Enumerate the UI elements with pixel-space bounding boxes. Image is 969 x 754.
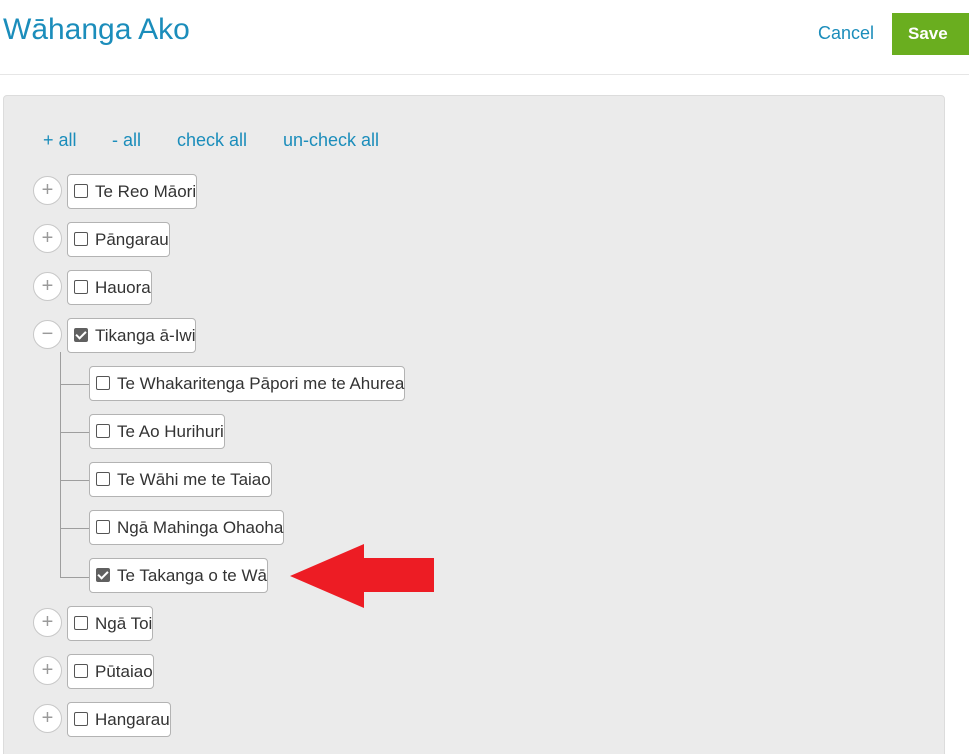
- tree-node-label: Te Takanga o te Wā: [117, 566, 267, 585]
- checkbox[interactable]: [96, 376, 110, 390]
- tree-node-pangarau[interactable]: Pāngarau: [67, 222, 170, 257]
- tree-node-label: Pāngarau: [95, 230, 169, 249]
- minus-icon: −: [41, 323, 54, 345]
- collapse-toggle[interactable]: −: [33, 320, 62, 349]
- tree-node-putaiao[interactable]: Pūtaiao: [67, 654, 154, 689]
- header-bar: Wāhanga Ako Cancel Save: [0, 0, 969, 75]
- expand-toggle[interactable]: +: [33, 656, 62, 685]
- tree-node-label: Hauora: [95, 278, 151, 297]
- checkbox-checked[interactable]: [74, 328, 88, 342]
- tree-node-child[interactable]: Te Ao Hurihuri: [89, 414, 225, 449]
- tree-node-label: Tikanga ā-Iwi: [95, 326, 196, 345]
- tree-node-label: Ngā Mahinga Ohaoha: [117, 518, 284, 537]
- checkbox[interactable]: [74, 616, 88, 630]
- red-arrow-icon: [290, 544, 434, 608]
- expand-toggle[interactable]: +: [33, 272, 62, 301]
- expand-toggle[interactable]: +: [33, 608, 62, 637]
- checkbox[interactable]: [74, 280, 88, 294]
- plus-icon: +: [41, 659, 54, 681]
- collapse-all-link[interactable]: - all: [112, 129, 141, 151]
- tree-node-label: Pūtaiao: [95, 662, 153, 681]
- plus-icon: +: [41, 179, 54, 201]
- checkbox[interactable]: [96, 520, 110, 534]
- checkbox[interactable]: [74, 184, 88, 198]
- tree-node-tikanga-a-iwi[interactable]: Tikanga ā-Iwi: [67, 318, 197, 353]
- tree-connector-branch: [60, 528, 91, 529]
- tree-node-hauora[interactable]: Hauora: [67, 270, 152, 305]
- expand-toggle[interactable]: +: [33, 176, 62, 205]
- tree-node-hangarau[interactable]: Hangarau: [67, 702, 171, 737]
- checkbox[interactable]: [96, 424, 110, 438]
- expand-toggle[interactable]: +: [33, 224, 62, 253]
- tree-node-child[interactable]: Te Takanga o te Wā: [89, 558, 268, 593]
- tree-node-label: Te Wāhi me te Taiao: [117, 470, 271, 489]
- tree-connector-branch: [60, 480, 91, 481]
- tree-node-label: Te Reo Māori: [95, 182, 197, 201]
- tree-connector-branch: [60, 577, 91, 578]
- tree-node-nga-toi[interactable]: Ngā Toi: [67, 606, 154, 641]
- checkbox[interactable]: [74, 664, 88, 678]
- tree-connector-branch: [60, 384, 91, 385]
- expand-toggle[interactable]: +: [33, 704, 62, 733]
- tree-node-label: Te Whakaritenga Pāpori me te Ahurea: [117, 374, 405, 393]
- checkbox-checked[interactable]: [96, 568, 110, 582]
- checkbox[interactable]: [96, 472, 110, 486]
- plus-icon: +: [41, 275, 54, 297]
- save-button[interactable]: Save: [892, 13, 969, 55]
- tree-node-child[interactable]: Te Wāhi me te Taiao: [89, 462, 272, 497]
- tree-node-label: Ngā Toi: [95, 614, 153, 633]
- tree-node-te-reo-maori[interactable]: Te Reo Māori: [67, 174, 198, 209]
- tree-node-child[interactable]: Ngā Mahinga Ohaoha: [89, 510, 285, 545]
- plus-icon: +: [41, 227, 54, 249]
- cancel-button[interactable]: Cancel: [818, 22, 874, 44]
- expand-all-link[interactable]: + all: [43, 129, 77, 151]
- tree-node-label: Hangarau: [95, 710, 170, 729]
- checkbox[interactable]: [74, 712, 88, 726]
- checkbox[interactable]: [74, 232, 88, 246]
- tree-node-child[interactable]: Te Whakaritenga Pāpori me te Ahurea: [89, 366, 406, 401]
- tree-node-label: Te Ao Hurihuri: [117, 422, 224, 441]
- check-all-link[interactable]: check all: [177, 129, 247, 151]
- uncheck-all-link[interactable]: un-check all: [283, 129, 379, 151]
- plus-icon: +: [41, 707, 54, 729]
- tree-connector-branch: [60, 432, 91, 433]
- plus-icon: +: [41, 611, 54, 633]
- tree-connector-line: [60, 352, 61, 578]
- page-title: Wāhanga Ako: [3, 13, 190, 46]
